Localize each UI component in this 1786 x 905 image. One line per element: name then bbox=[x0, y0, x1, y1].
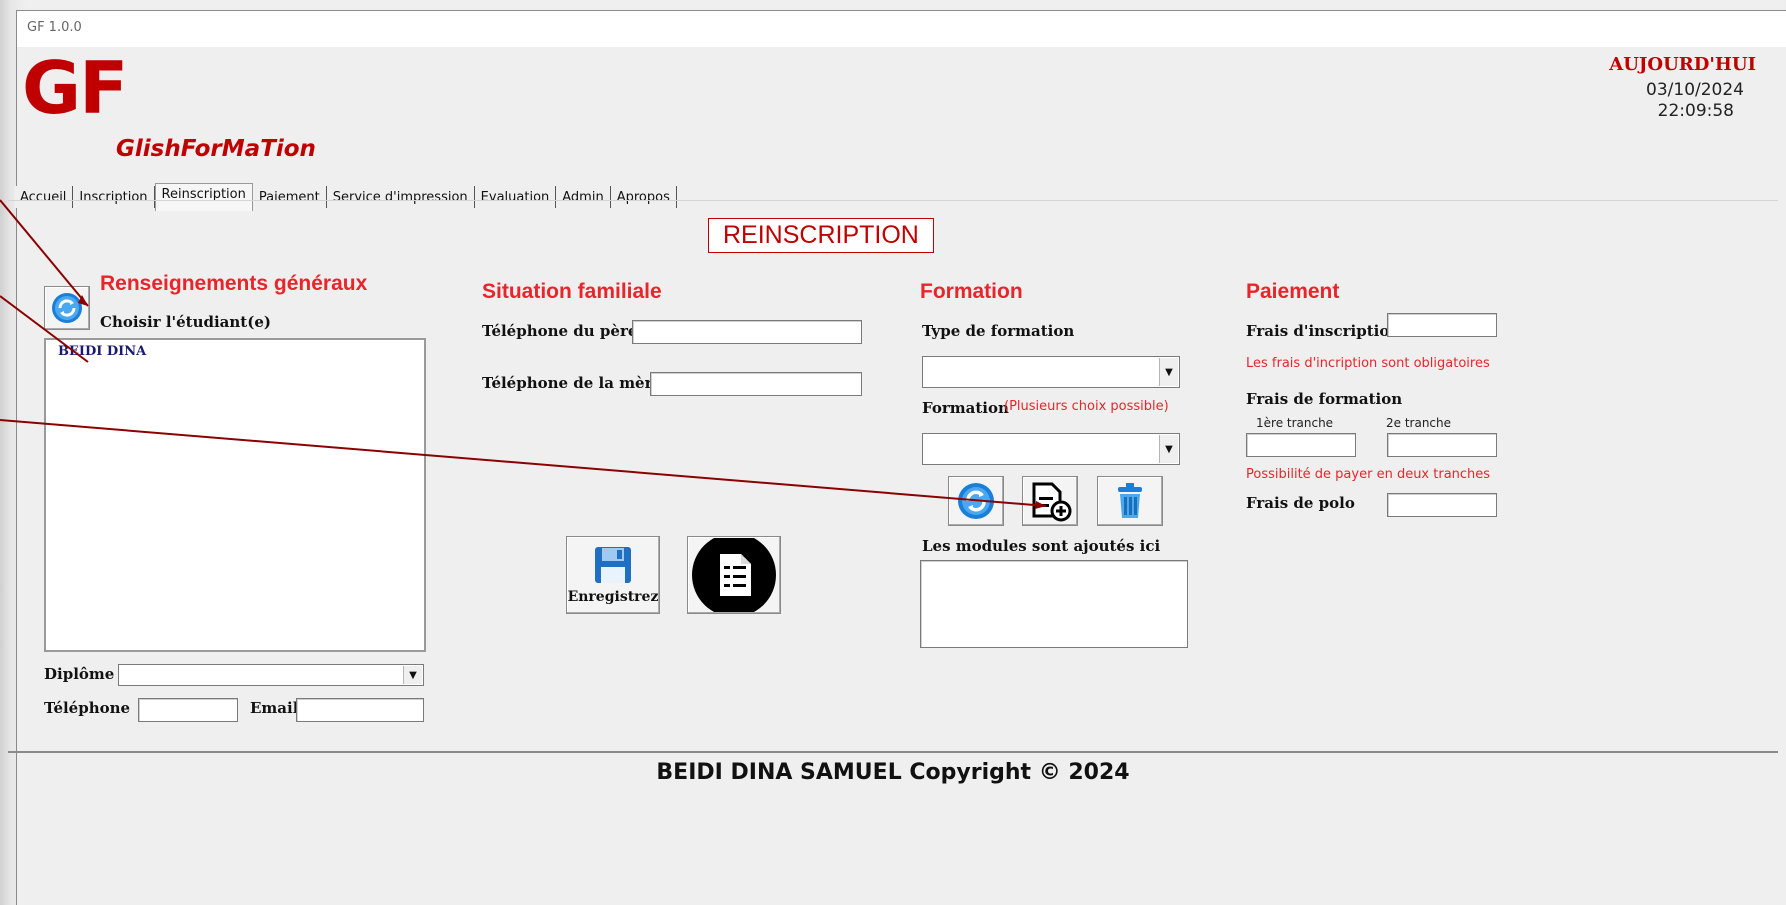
training-fee-label: Frais de formation bbox=[1246, 390, 1403, 408]
email-field[interactable] bbox=[296, 698, 424, 722]
family-section-title: Situation familiale bbox=[482, 280, 662, 303]
formation-select[interactable]: ▼ bbox=[922, 433, 1180, 465]
save-button[interactable]: Enregistrez bbox=[566, 536, 660, 614]
today-label: AUJOURD'HUI bbox=[1609, 54, 1756, 75]
polo-fee-field[interactable] bbox=[1387, 493, 1497, 517]
modules-label: Les modules sont ajoutés ici bbox=[922, 537, 1161, 555]
save-button-label: Enregistrez bbox=[567, 589, 659, 605]
chevron-down-icon[interactable]: ▼ bbox=[403, 666, 422, 684]
refresh-icon bbox=[958, 483, 994, 519]
mother-phone-field[interactable] bbox=[650, 372, 862, 396]
diploma-select[interactable]: ▼ bbox=[118, 664, 424, 686]
second-installment-field[interactable] bbox=[1387, 433, 1497, 457]
refresh-icon bbox=[52, 293, 82, 323]
phone-field[interactable] bbox=[138, 698, 238, 722]
current-time: 22:09:58 bbox=[1657, 101, 1734, 121]
floppy-disk-icon bbox=[595, 547, 631, 583]
first-installment-label: 1ère tranche bbox=[1256, 416, 1334, 430]
add-module-button[interactable] bbox=[1022, 476, 1078, 526]
father-phone-field[interactable] bbox=[632, 320, 862, 344]
polo-fee-label: Frais de polo bbox=[1246, 494, 1355, 512]
registration-fee-label: Frais d'inscription bbox=[1246, 322, 1401, 340]
refresh-formation-button[interactable] bbox=[948, 476, 1004, 526]
modules-list[interactable] bbox=[920, 560, 1188, 648]
add-document-icon bbox=[1032, 482, 1072, 522]
phone-label: Téléphone bbox=[44, 699, 131, 717]
app-logo: GF bbox=[22, 46, 128, 130]
training-type-select[interactable]: ▼ bbox=[922, 356, 1180, 388]
current-date: 03/10/2024 bbox=[1646, 80, 1744, 100]
title-bar: GF 1.0.0 × bbox=[17, 11, 1786, 47]
registration-note: Les frais d'incription sont obligatoires bbox=[1246, 356, 1490, 371]
page-title: REINSCRIPTION bbox=[708, 218, 934, 253]
window-title: GF 1.0.0 bbox=[27, 20, 82, 35]
checklist-document-icon bbox=[692, 538, 776, 612]
payment-section-title: Paiement bbox=[1246, 280, 1340, 303]
father-phone-label: Téléphone du père bbox=[482, 322, 638, 340]
copyright-footer: BEIDI DINA SAMUEL Copyright © 2024 bbox=[656, 760, 1130, 785]
chevron-down-icon[interactable]: ▼ bbox=[1159, 435, 1178, 463]
trash-icon bbox=[1118, 483, 1142, 518]
general-section-title: Renseignements généraux bbox=[100, 272, 368, 295]
mother-phone-label: Téléphone de la mère bbox=[482, 374, 663, 392]
student-list[interactable]: BEIDI DINA bbox=[44, 338, 426, 652]
checklist-button[interactable] bbox=[687, 536, 781, 614]
app-name: GlishForMaTion bbox=[116, 136, 316, 162]
choose-student-label: Choisir l'étudiant(e) bbox=[100, 313, 271, 331]
training-type-label: Type de formation bbox=[922, 322, 1075, 340]
delete-module-button[interactable] bbox=[1097, 476, 1163, 526]
installments-note: Possibilité de payer en deux tranches bbox=[1246, 467, 1491, 482]
chevron-down-icon[interactable]: ▼ bbox=[1159, 358, 1178, 386]
formation-section-title: Formation bbox=[920, 280, 1023, 303]
second-installment-label: 2e tranche bbox=[1386, 416, 1452, 430]
email-label: Email bbox=[250, 699, 299, 717]
diploma-label: Diplôme bbox=[44, 665, 115, 683]
formation-label: Formation bbox=[922, 399, 1009, 417]
refresh-students-button[interactable] bbox=[44, 286, 90, 330]
formation-hint: (Plusieurs choix possible) bbox=[1004, 399, 1169, 414]
student-list-item[interactable]: BEIDI DINA bbox=[46, 340, 424, 363]
registration-fee-field[interactable] bbox=[1387, 313, 1497, 337]
first-installment-field[interactable] bbox=[1246, 433, 1356, 457]
